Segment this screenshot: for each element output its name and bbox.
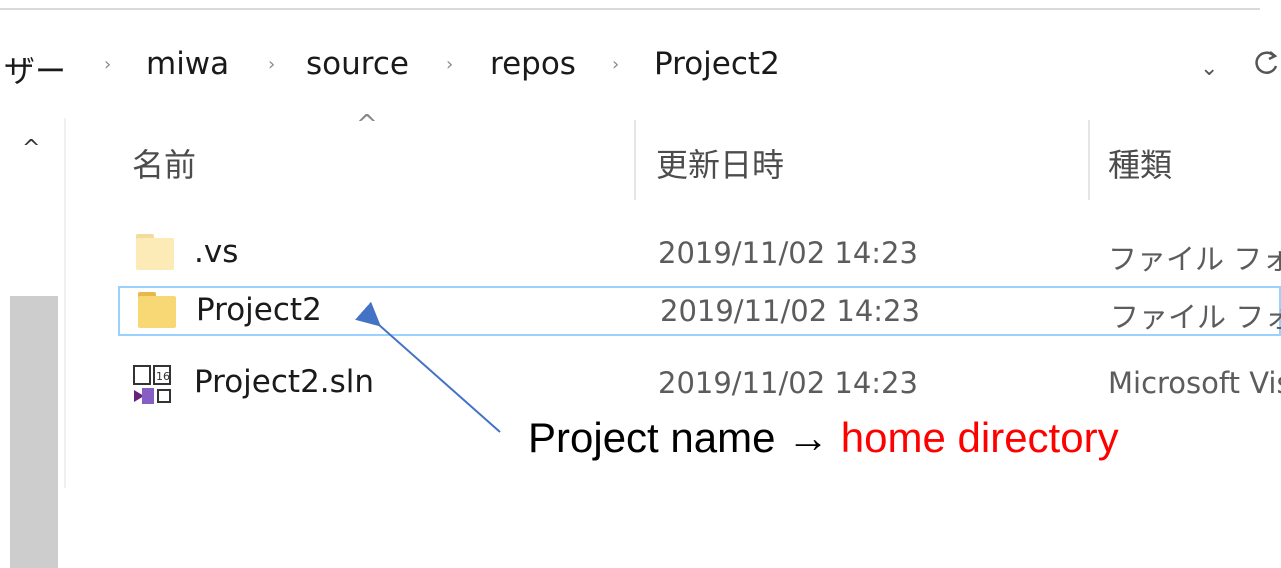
annotation-caption: Project name → home directory [528, 414, 1119, 462]
annotation-target: home directory [840, 414, 1119, 461]
right-arrow-icon: → [787, 414, 830, 461]
annotation-label: Project name [528, 414, 776, 461]
